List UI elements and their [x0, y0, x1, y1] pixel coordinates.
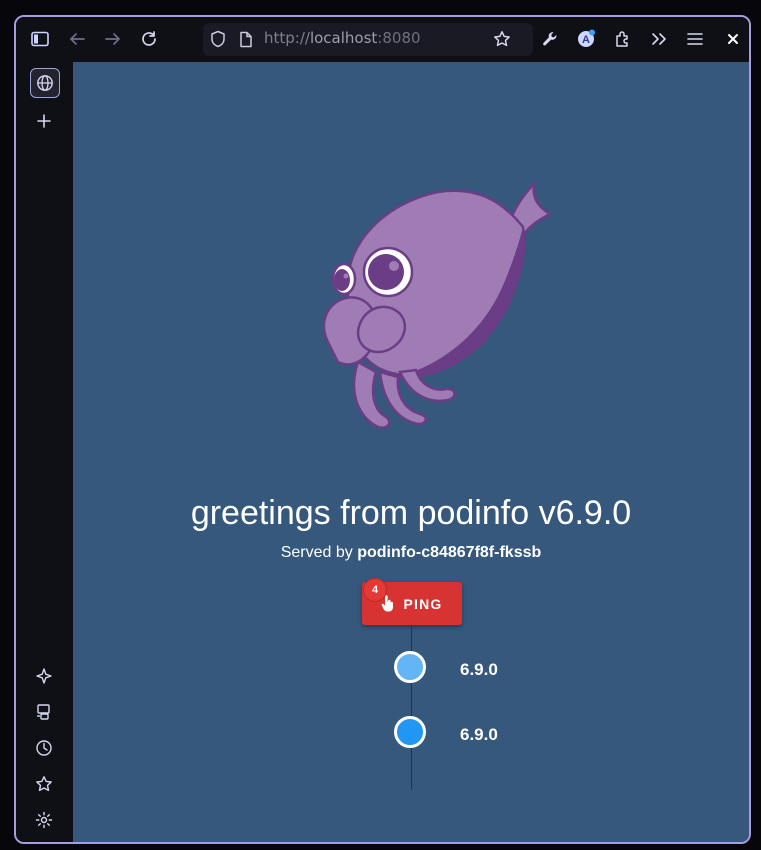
timeline-dot — [394, 651, 426, 683]
close-icon[interactable] — [721, 27, 745, 51]
url-text[interactable]: http://localhost:8080 — [264, 29, 421, 47]
page-title: greetings from podinfo v6.9.0 — [190, 494, 632, 532]
globe-icon[interactable] — [30, 68, 60, 98]
reload-icon[interactable] — [137, 27, 161, 51]
overflow-chevrons-icon[interactable] — [647, 27, 671, 51]
timeline-line — [411, 625, 412, 790]
sidebar-toggle-icon[interactable] — [28, 27, 52, 51]
wrench-icon[interactable] — [538, 27, 562, 51]
url-host: localhost — [309, 29, 378, 47]
bookmark-star-icon[interactable] — [490, 27, 514, 51]
browser-window: http://localhost:8080 A greetings from p… — [14, 15, 751, 844]
timeline-version-label: 6.9.0 — [460, 660, 498, 679]
url-port: :8080 — [377, 29, 421, 47]
history-icon[interactable] — [30, 734, 58, 762]
served-by-hostname: podinfo-c84867f8f-fkssb — [357, 544, 542, 561]
served-by-prefix: Served by — [280, 544, 358, 561]
browser-sidebar — [16, 62, 72, 842]
browser-toolbar: http://localhost:8080 A — [16, 17, 749, 62]
served-by-text: Served by podinfo-c84867f8f-fkssb — [73, 544, 749, 562]
timeline-version-label: 6.9.0 — [460, 725, 498, 744]
hamburger-menu-icon[interactable] — [683, 27, 707, 51]
shield-icon[interactable] — [206, 27, 230, 51]
podinfo-mascot-logo — [322, 180, 553, 429]
page-content: greetings from podinfo v6.9.0 Served by … — [73, 62, 749, 842]
plus-icon[interactable] — [30, 107, 58, 135]
extensions-icon[interactable] — [611, 27, 635, 51]
sparkle-icon[interactable] — [30, 662, 58, 690]
back-arrow-icon[interactable] — [65, 27, 89, 51]
ping-button-label: PING — [403, 595, 443, 612]
account-icon[interactable]: A — [574, 27, 598, 51]
timeline-dot — [394, 716, 426, 748]
ping-count-badge: 4 — [363, 578, 387, 602]
bookmarks-star-icon[interactable] — [30, 770, 58, 798]
page-icon — [234, 27, 258, 51]
forward-arrow-icon[interactable] — [101, 27, 125, 51]
synced-tabs-icon[interactable] — [30, 698, 58, 726]
settings-gear-icon[interactable] — [30, 806, 58, 834]
svg-text:A: A — [582, 34, 590, 46]
url-scheme: http:// — [264, 29, 310, 47]
